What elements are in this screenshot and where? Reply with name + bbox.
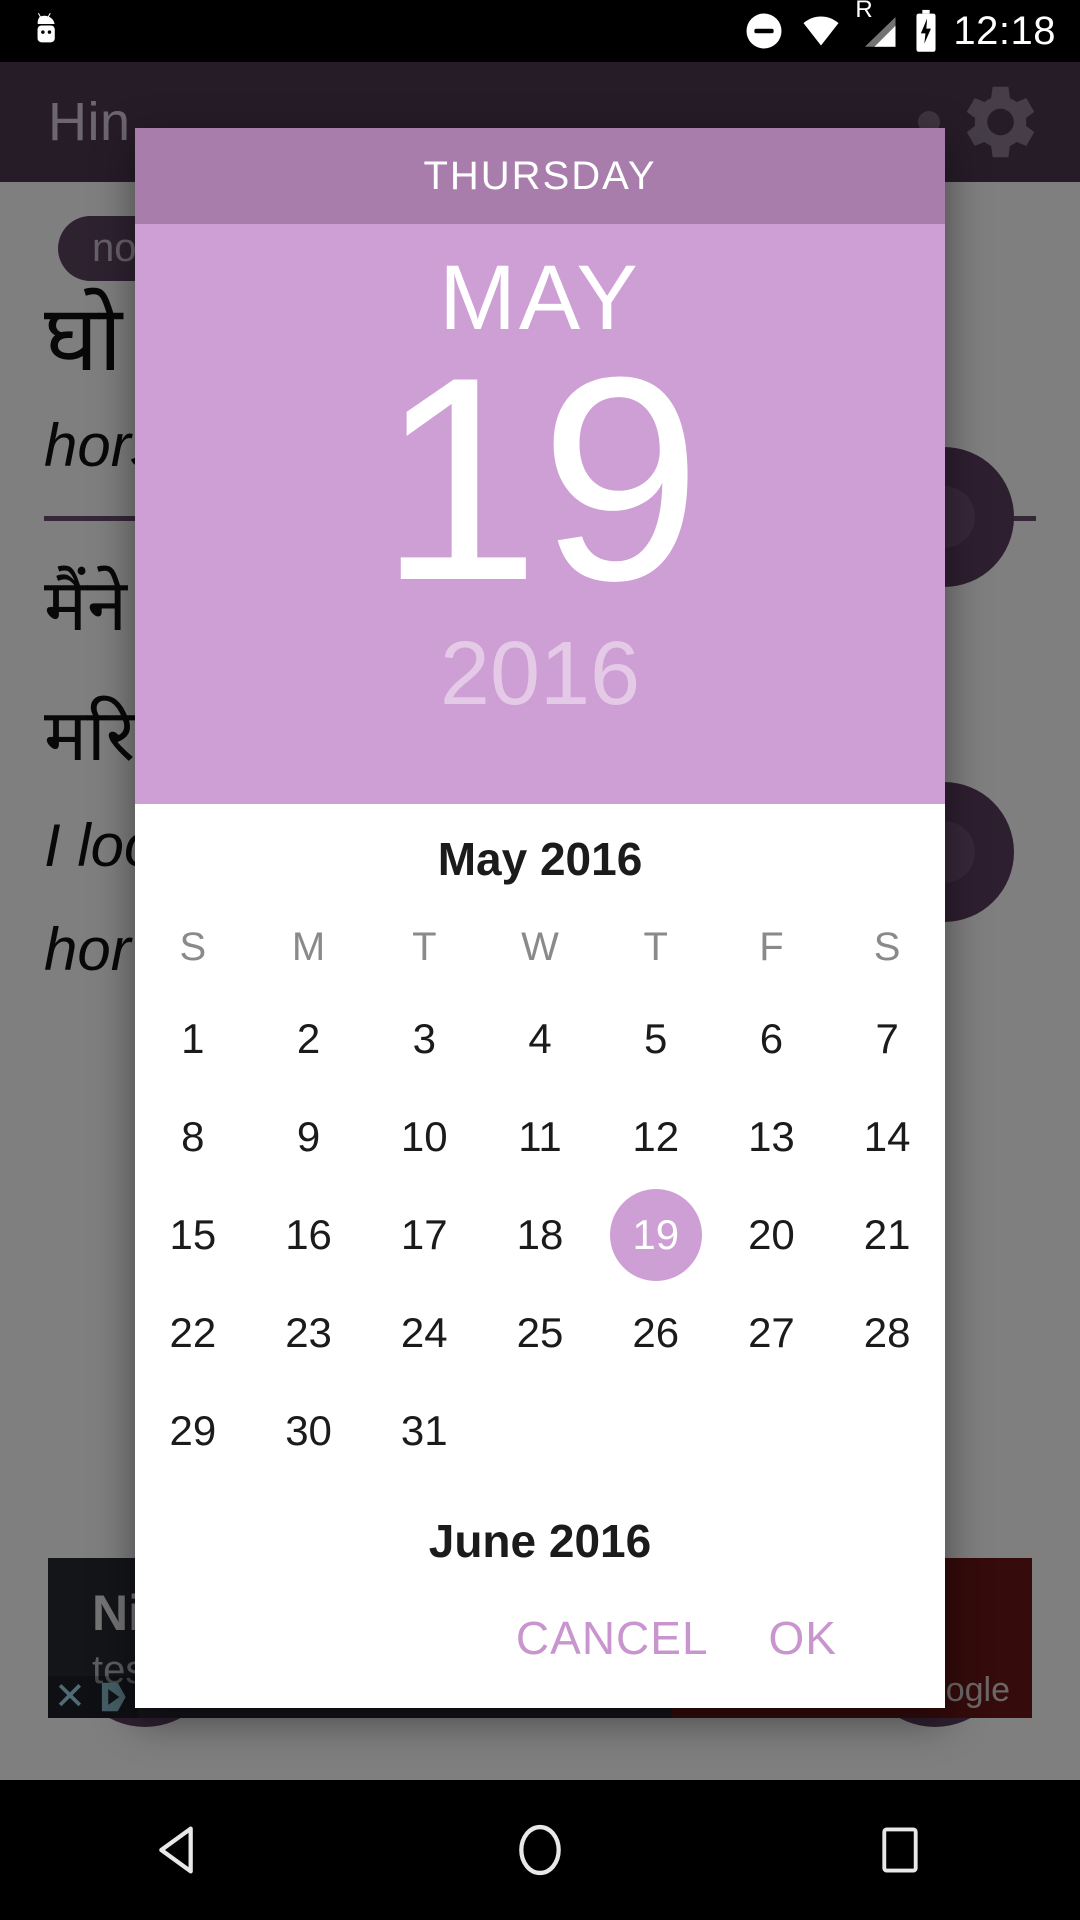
calendar-day-9[interactable]: 9 [251,1088,367,1186]
calendar-day-6[interactable]: 6 [714,990,830,1088]
status-bar: R 12:18 [0,0,1080,62]
roaming-signal-icon: R [855,0,899,52]
calendar-day-21[interactable]: 21 [829,1186,945,1284]
wifi-icon [803,16,839,46]
calendar-day-26[interactable]: 26 [598,1284,714,1382]
calendar-weekday-4: T [643,924,668,969]
nav-home-button[interactable] [465,1780,615,1920]
calendar-day-23[interactable]: 23 [251,1284,367,1382]
dialog-date-header: MAY 19 2016 [135,224,945,804]
calendar-day-11[interactable]: 11 [482,1088,598,1186]
calendar-weekday-1: M [291,924,326,969]
calendar-weekday-6: S [873,924,901,969]
roaming-label: R [855,0,873,23]
calendar-day-24[interactable]: 24 [366,1284,482,1382]
status-bar-right: R 12:18 [743,0,1080,53]
calendar-scroll-area[interactable]: May 2016 SMTWTFS 1 2 3 4 5 6 7 8 9 10 11 12 13 14 15 16… [135,804,945,1568]
calendar-day-25[interactable]: 25 [482,1284,598,1382]
calendar-weekday-row: SMTWTFS [135,904,945,990]
dialog-weekday-header[interactable]: THURSDAY [135,128,945,224]
calendar-day-22[interactable]: 22 [135,1284,251,1382]
calendar-weekday-2: T [412,924,437,969]
calendar-day-14[interactable]: 14 [829,1088,945,1186]
status-bar-left [0,9,70,53]
do-not-disturb-icon [746,13,782,49]
calendar-selected-day[interactable]: 19 [609,1189,702,1281]
calendar-day-20[interactable]: 20 [714,1186,830,1284]
calendar-day-13[interactable]: 13 [714,1088,830,1186]
calendar-day-30[interactable]: 30 [251,1382,367,1480]
calendar-day-31[interactable]: 31 [366,1382,482,1480]
recents-square-icon [882,1827,918,1873]
dialog-actions: CANCEL OK [135,1568,945,1708]
calendar-weekday-5: F [759,924,784,969]
date-picker-dialog: THURSDAY MAY 19 2016 May 2016 SMTWTFS 12… [135,128,945,1708]
calendar-day-17[interactable]: 17 [366,1186,482,1284]
calendar-day-7[interactable]: 7 [829,990,945,1088]
calendar-days-grid[interactable]: 1 2 3 4 5 6 7 8 9 10 11 12 13 14 15 16 17 18 19 20 21 22 23 24 2… [135,990,945,1480]
nav-back-button[interactable] [105,1780,255,1920]
phone-screen: R 12:18 Hin [0,0,1080,1920]
calendar-day-28[interactable]: 28 [829,1284,945,1382]
cancel-button[interactable]: CANCEL [516,1611,709,1665]
calendar-weekday-0: S [179,924,207,969]
calendar-day-19[interactable]: 19 [598,1186,714,1284]
calendar-day-5[interactable]: 5 [598,990,714,1088]
back-triangle-icon [159,1826,193,1874]
calendar-day-15[interactable]: 15 [135,1186,251,1284]
calendar-day-1[interactable]: 1 [135,990,251,1088]
calendar-day-10[interactable]: 10 [366,1088,482,1186]
calendar-day-8[interactable]: 8 [135,1088,251,1186]
calendar-day-18[interactable]: 18 [482,1186,598,1284]
calendar-day-16[interactable]: 16 [251,1186,367,1284]
ok-button[interactable]: OK [769,1611,837,1665]
calendar-day-4[interactable]: 4 [482,990,598,1088]
selected-day-label[interactable]: 19 [379,334,702,624]
calendar-day-12[interactable]: 12 [598,1088,714,1186]
calendar-day-29[interactable]: 29 [135,1382,251,1480]
calendar-day-27[interactable]: 27 [714,1284,830,1382]
calendar-day-2[interactable]: 2 [251,990,367,1088]
calendar-day-3[interactable]: 3 [366,990,482,1088]
calendar-weekday-3: W [521,924,559,969]
nav-recents-button[interactable] [825,1780,975,1920]
android-nav-bar [0,1780,1080,1920]
status-bar-clock: 12:18 [953,9,1056,53]
battery-charging-icon [916,9,936,52]
selected-year-label[interactable]: 2016 [440,623,640,726]
home-circle-icon [519,1824,561,1876]
calendar-next-month-title: June 2016 [428,1515,652,1567]
android-robot-icon [37,13,55,43]
calendar-month-title: May 2016 [437,833,643,885]
